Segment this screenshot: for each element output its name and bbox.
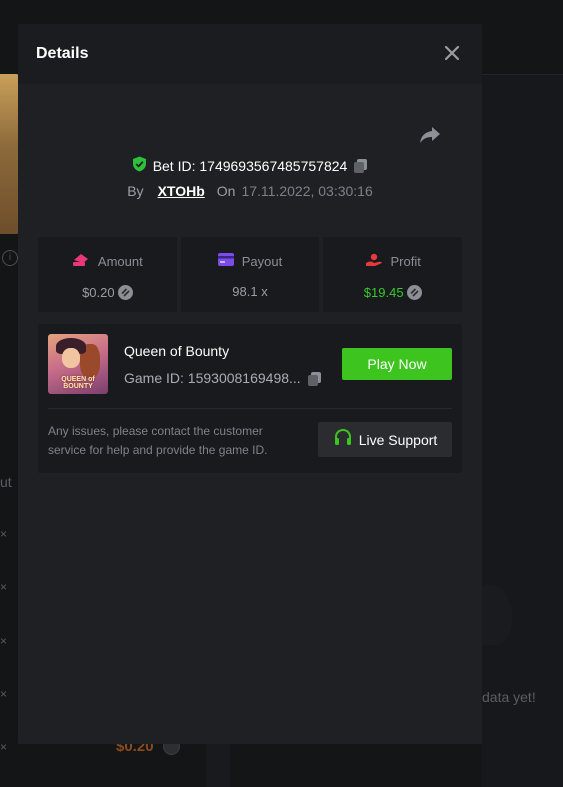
stat-label-row: Profit <box>365 253 421 270</box>
stat-payout: Payout 98.1 x <box>180 237 320 312</box>
background-multiplier-mark: × <box>0 740 8 754</box>
coin-icon <box>117 285 133 300</box>
username-link[interactable]: XTOHb <box>158 183 205 199</box>
background-multiplier-mark: × <box>0 580 8 594</box>
live-support-label: Live Support <box>358 431 438 448</box>
stat-value: 98.1 x <box>232 284 268 299</box>
bet-stats: Amount $0.20 Payout 98.1 x Profit $19.45 <box>38 237 463 312</box>
stat-value-row: $19.45 <box>364 285 422 300</box>
stat-value-row: $0.20 <box>82 285 133 300</box>
game-thumbnail[interactable]: QUEEN of BOUNTY <box>48 334 108 394</box>
details-modal: Details Bet ID: 1749693567485757824 By X… <box>18 24 482 744</box>
stat-value-row: 98.1 x <box>232 284 267 299</box>
background-multiplier-mark: × <box>0 687 8 701</box>
stat-label: Payout <box>241 253 283 269</box>
modal-title: Details <box>36 45 89 62</box>
game-thumbnail-logo: QUEEN of BOUNTY <box>61 376 95 390</box>
game-id: Game ID: 1593008169498... <box>124 370 301 386</box>
coin-icon <box>406 285 422 300</box>
bet-date: 17.11.2022, 03:30:16 <box>241 183 373 199</box>
stat-profit: Profit $19.45 <box>323 237 463 312</box>
bet-id: Bet ID: 1749693567485757824 <box>152 157 348 174</box>
help-text: Any issues, please contact the customer … <box>48 424 268 457</box>
stat-label-row: Payout <box>217 253 283 269</box>
background-game-banner <box>0 74 20 234</box>
background-multiplier-mark: × <box>0 634 8 648</box>
play-now-button[interactable]: Play Now <box>342 348 452 380</box>
stat-label: Profit <box>390 254 421 269</box>
copy-icon[interactable] <box>307 371 322 386</box>
divider <box>48 408 452 409</box>
by-label: By <box>127 183 144 199</box>
share-icon[interactable] <box>418 124 442 146</box>
stat-value: $0.20 <box>82 285 115 300</box>
copy-icon[interactable] <box>353 158 368 173</box>
bet-id-row: Bet ID: 1749693567485757824 <box>18 156 482 175</box>
stat-label: Amount <box>97 254 143 269</box>
background-side-panel <box>482 74 563 787</box>
modal-header: Details <box>18 24 482 84</box>
amount-icon <box>72 253 90 270</box>
stat-value: $19.45 <box>363 285 404 300</box>
game-id-row: Game ID: 1593008169498... <box>124 370 322 386</box>
profit-icon <box>365 253 383 270</box>
game-name: Queen of Bounty <box>124 343 230 359</box>
info-icon: i <box>2 250 18 266</box>
bet-author-row: By XTOHb On 17.11.2022, 03:30:16 <box>18 183 482 199</box>
stat-amount: Amount $0.20 <box>38 237 177 312</box>
close-icon[interactable] <box>442 43 462 63</box>
shield-check-icon <box>132 156 147 175</box>
on-label: On <box>216 183 236 199</box>
background-no-data-text: data yet! <box>482 689 536 705</box>
headset-icon <box>333 428 353 451</box>
card-icon <box>217 253 234 269</box>
background-multiplier-mark: × <box>0 527 8 541</box>
background-column-label: ut <box>0 474 12 490</box>
stat-label-row: Amount <box>72 253 143 270</box>
background-column <box>206 740 230 787</box>
game-card: QUEEN of BOUNTY Queen of Bounty Game ID:… <box>38 324 462 473</box>
live-support-button[interactable]: Live Support <box>318 422 452 457</box>
